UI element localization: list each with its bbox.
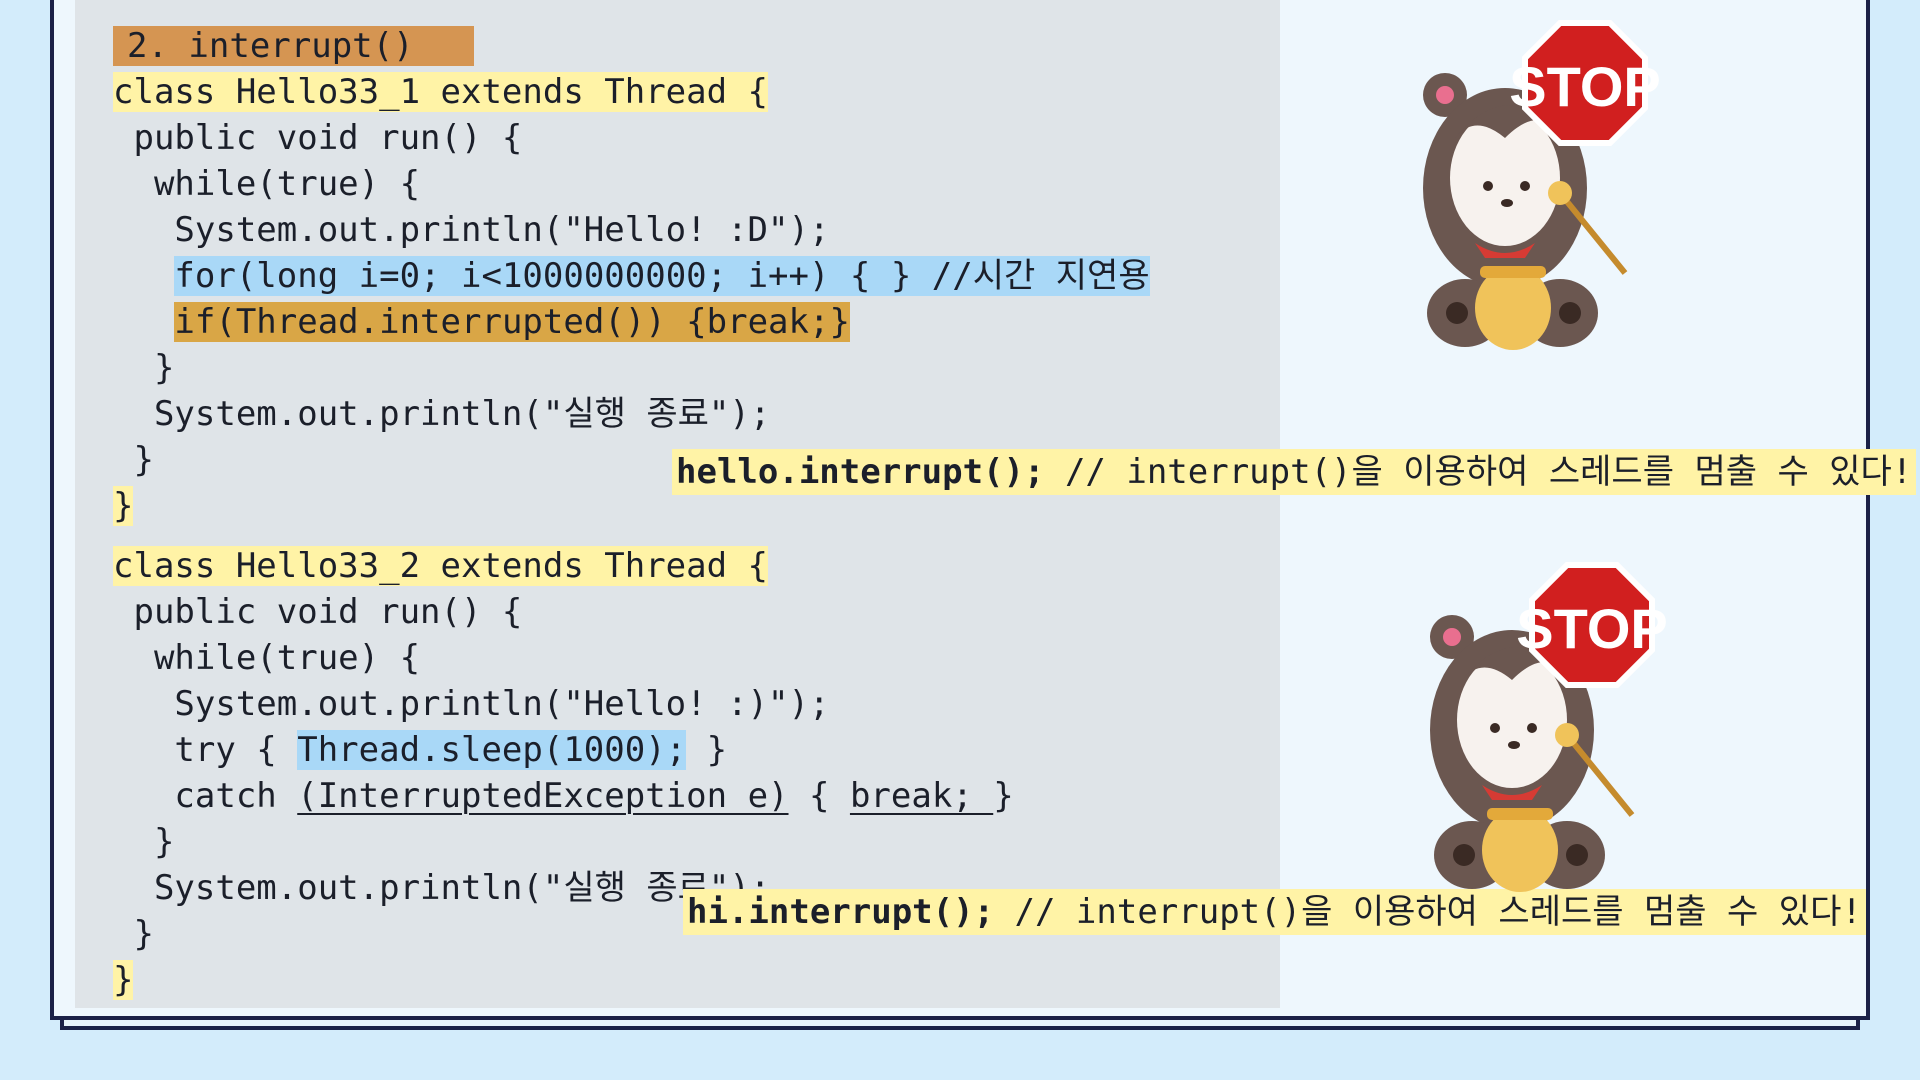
code-line: try { Thread.sleep(1000); }	[113, 728, 727, 772]
code-line: while(true) {	[113, 638, 421, 678]
catch-suffix: }	[993, 776, 1014, 816]
section-label-line: 2. interrupt()	[113, 24, 474, 68]
code-line: if(Thread.interrupted()) {break;}	[113, 300, 850, 344]
code-line: System.out.println("실행 종료");	[113, 394, 771, 434]
code-line: public void run() {	[113, 118, 523, 158]
code-line: while(true) {	[113, 164, 421, 204]
bear-stop-mascot-2: STOP	[1430, 562, 1668, 892]
code-line: }	[113, 914, 154, 954]
code-line: System.out.println("Hello! :D");	[113, 210, 830, 250]
stop-sign-label: STOP	[1509, 55, 1660, 118]
class-close-2: }	[113, 960, 134, 1000]
try-suffix: }	[686, 730, 728, 770]
class-declaration-2: class Hello33_2 extends Thread {	[113, 546, 769, 586]
code-line: System.out.println("Hello! :)");	[113, 684, 830, 724]
code-line: for(long i=0; i<1000000000; i++) { } //시…	[113, 254, 1150, 298]
stop-sign-label: STOP	[1516, 597, 1667, 660]
code-line: class Hello33_1 extends Thread {	[113, 70, 769, 114]
code-line: }	[113, 958, 134, 1002]
bear-stop-mascot-1: STOP	[1423, 20, 1661, 350]
class-close-1: }	[113, 486, 134, 526]
sleep-call-highlight: Thread.sleep(1000);	[297, 730, 687, 770]
catch-mid: {	[788, 776, 850, 816]
code-line: }	[113, 484, 134, 528]
class-declaration-1: class Hello33_1 extends Thread {	[113, 72, 769, 112]
interrupted-check-highlight: if(Thread.interrupted()) {break;}	[174, 302, 850, 342]
code-line: System.out.println("실행 종료");	[113, 868, 771, 908]
code-line: catch (InterruptedException e) { break; …	[113, 774, 1014, 818]
note-code: hello.interrupt();	[676, 452, 1045, 492]
note-code: hi.interrupt();	[687, 892, 995, 932]
delay-loop-highlight: for(long i=0; i<1000000000; i++) { } //시…	[174, 256, 1150, 296]
try-prefix: try {	[113, 730, 298, 770]
code-line: }	[113, 822, 175, 862]
catch-break-underlined: break;	[849, 776, 994, 816]
code-line: class Hello33_2 extends Thread {	[113, 544, 769, 588]
catch-prefix: catch	[113, 776, 298, 816]
note-text: // interrupt()을 이용하여 스레드를 멈출 수 있다!	[1044, 452, 1913, 492]
section-label: 2. interrupt()	[113, 26, 474, 66]
code-line: }	[113, 440, 154, 480]
code-line: }	[113, 348, 175, 388]
catch-exception-underlined: (InterruptedException e)	[297, 776, 789, 816]
code-line: public void run() {	[113, 592, 523, 632]
interrupt-note-1: hello.interrupt(); // interrupt()을 이용하여 …	[672, 449, 1917, 495]
